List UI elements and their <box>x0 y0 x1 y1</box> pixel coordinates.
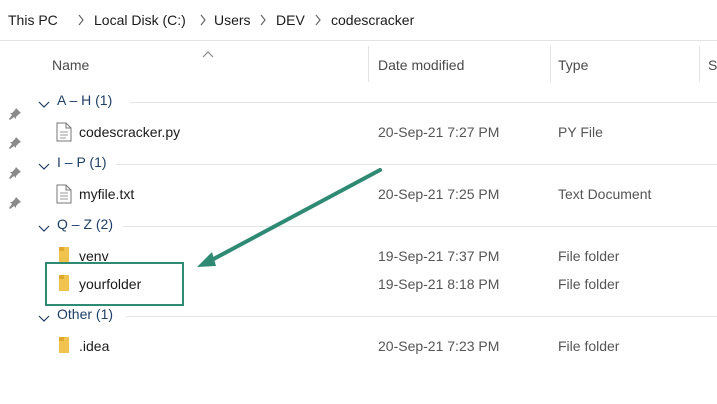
folder-icon <box>56 336 72 359</box>
group-label: Q – Z (2) <box>57 216 114 232</box>
breadcrumb-dev[interactable]: DEV <box>276 12 305 28</box>
chevron-right-icon[interactable] <box>259 14 269 26</box>
file-name[interactable]: myfile.txt <box>79 186 134 202</box>
file-row-myfile-txt[interactable]: myfile.txt 20-Sep-21 7:25 PM Text Docume… <box>0 179 717 209</box>
group-divider <box>123 226 717 227</box>
file-name[interactable]: .idea <box>79 338 109 354</box>
text-file-icon <box>56 184 72 209</box>
file-name[interactable]: codescracker.py <box>79 124 180 140</box>
breadcrumb-codescracker[interactable]: codescracker <box>331 12 414 28</box>
file-date-modified: 19-Sep-21 8:18 PM <box>378 276 500 292</box>
file-row-idea[interactable]: .idea 20-Sep-21 7:23 PM File folder <box>0 331 717 361</box>
address-bar-breadcrumb[interactable]: This PC Local Disk (C:) Users DEV codesc… <box>0 0 717 41</box>
column-header-type[interactable]: Type <box>558 57 588 73</box>
file-type: PY File <box>558 124 603 140</box>
chevron-right-icon[interactable] <box>77 14 87 26</box>
chevron-down-icon[interactable] <box>38 96 50 114</box>
column-divider[interactable] <box>699 46 700 82</box>
file-type: Text Document <box>558 186 652 202</box>
breadcrumb-local-disk[interactable]: Local Disk (C:) <box>94 12 186 28</box>
breadcrumb-users[interactable]: Users <box>214 12 251 28</box>
group-divider <box>126 316 717 317</box>
chevron-down-icon[interactable] <box>38 310 50 328</box>
file-row-codescracker-py[interactable]: codescracker.py 20-Sep-21 7:27 PM PY Fil… <box>0 117 717 147</box>
sort-ascending-icon <box>202 45 214 63</box>
column-header-row <box>0 40 717 88</box>
chevron-right-icon[interactable] <box>199 14 209 26</box>
group-header-other[interactable]: Other (1) <box>38 306 717 326</box>
file-date-modified: 20-Sep-21 7:25 PM <box>378 186 500 202</box>
column-header-name[interactable]: Name <box>52 57 89 73</box>
pin-icon[interactable] <box>8 166 22 180</box>
highlight-box <box>45 262 184 306</box>
file-type: File folder <box>558 276 620 292</box>
group-header-a-h[interactable]: A – H (1) <box>38 92 717 112</box>
group-label: Other (1) <box>57 306 114 322</box>
column-divider[interactable] <box>550 46 551 82</box>
chevron-down-icon[interactable] <box>38 158 50 176</box>
group-label: I – P (1) <box>57 154 107 170</box>
file-date-modified: 20-Sep-21 7:27 PM <box>378 124 500 140</box>
column-divider[interactable] <box>368 46 369 82</box>
chevron-down-icon[interactable] <box>38 220 50 238</box>
column-header-date-modified[interactable]: Date modified <box>378 57 464 73</box>
column-header-size[interactable]: S <box>708 57 717 73</box>
group-label: A – H (1) <box>57 92 113 108</box>
chevron-right-icon[interactable] <box>314 14 324 26</box>
file-type: File folder <box>558 338 620 354</box>
group-divider <box>116 164 717 165</box>
breadcrumb-this-pc[interactable]: This PC <box>8 12 58 28</box>
file-date-modified: 20-Sep-21 7:23 PM <box>378 338 500 354</box>
python-file-icon <box>56 122 72 147</box>
file-type: File folder <box>558 248 620 264</box>
group-header-q-z[interactable]: Q – Z (2) <box>38 216 717 236</box>
group-divider <box>130 102 717 103</box>
group-header-i-p[interactable]: I – P (1) <box>38 154 717 174</box>
file-date-modified: 19-Sep-21 7:37 PM <box>378 248 500 264</box>
